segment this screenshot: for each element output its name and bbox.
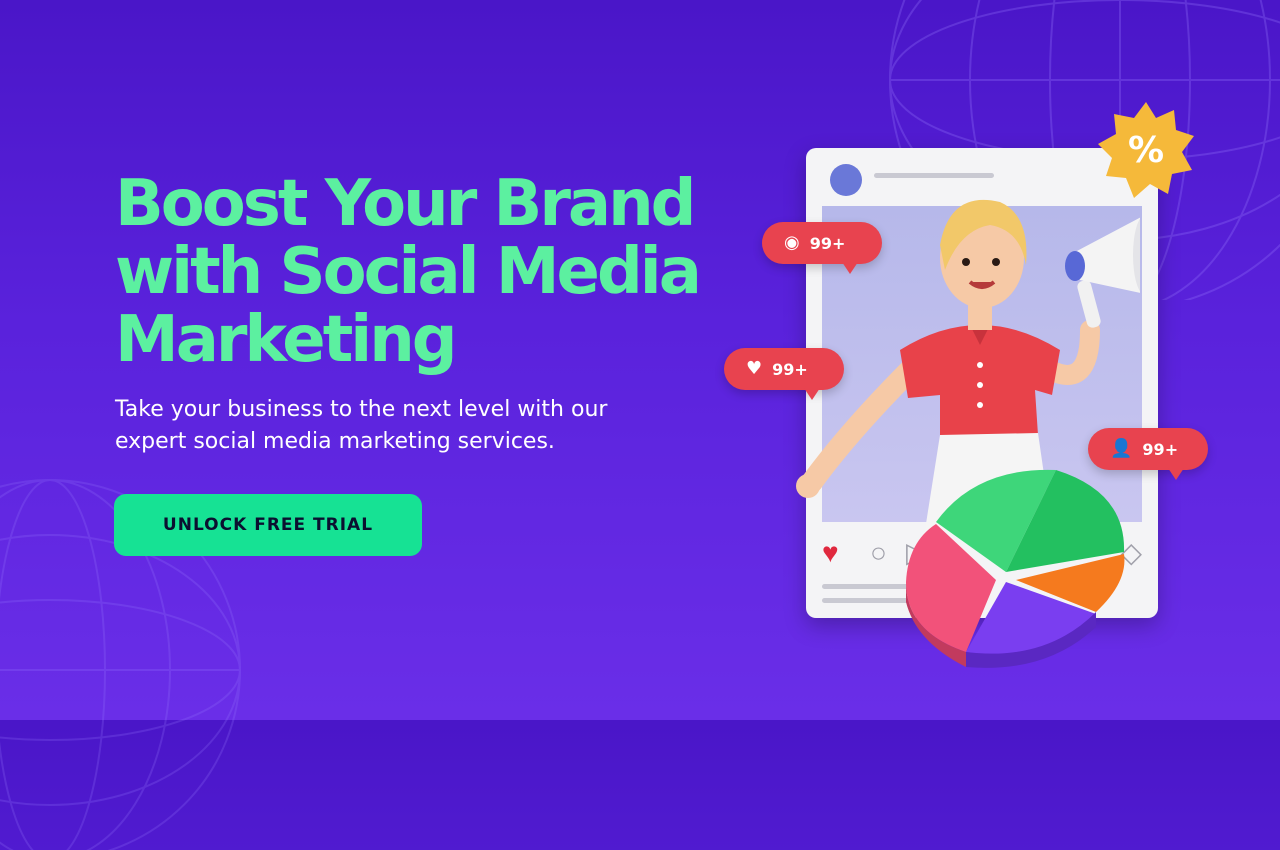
unlock-free-trial-button[interactable]: UNLOCK FREE TRIAL xyxy=(114,494,422,556)
views-count: 99+ xyxy=(809,233,846,253)
discount-symbol: % xyxy=(1128,130,1164,171)
headline-line-2: with Social Media xyxy=(115,235,702,309)
megaphone-icon xyxy=(1065,217,1140,328)
user-icon: 👤 xyxy=(1110,438,1133,459)
hero-section: Boost Your Brand with Social Media Marke… xyxy=(115,170,755,458)
comment-icon: ○ xyxy=(870,537,887,568)
pie-chart-illustration xyxy=(906,469,1125,668)
heart-icon: ♥ xyxy=(822,537,839,568)
heart-icon: ♥ xyxy=(746,358,763,379)
followers-count: 99+ xyxy=(1142,439,1179,459)
headline-line-1: Boost Your Brand xyxy=(115,167,696,241)
headline: Boost Your Brand with Social Media Marke… xyxy=(115,170,755,374)
views-badge: ◉ 99+ xyxy=(762,222,882,274)
headline-line-3: Marketing xyxy=(115,303,458,377)
likes-badge: ♥ 99+ xyxy=(724,348,844,400)
discount-badge: % xyxy=(1098,102,1194,198)
subheadline: Take your business to the next level wit… xyxy=(115,397,608,454)
post-header-line xyxy=(874,173,994,178)
likes-count: 99+ xyxy=(772,359,808,379)
eye-icon: ◉ xyxy=(784,232,800,253)
